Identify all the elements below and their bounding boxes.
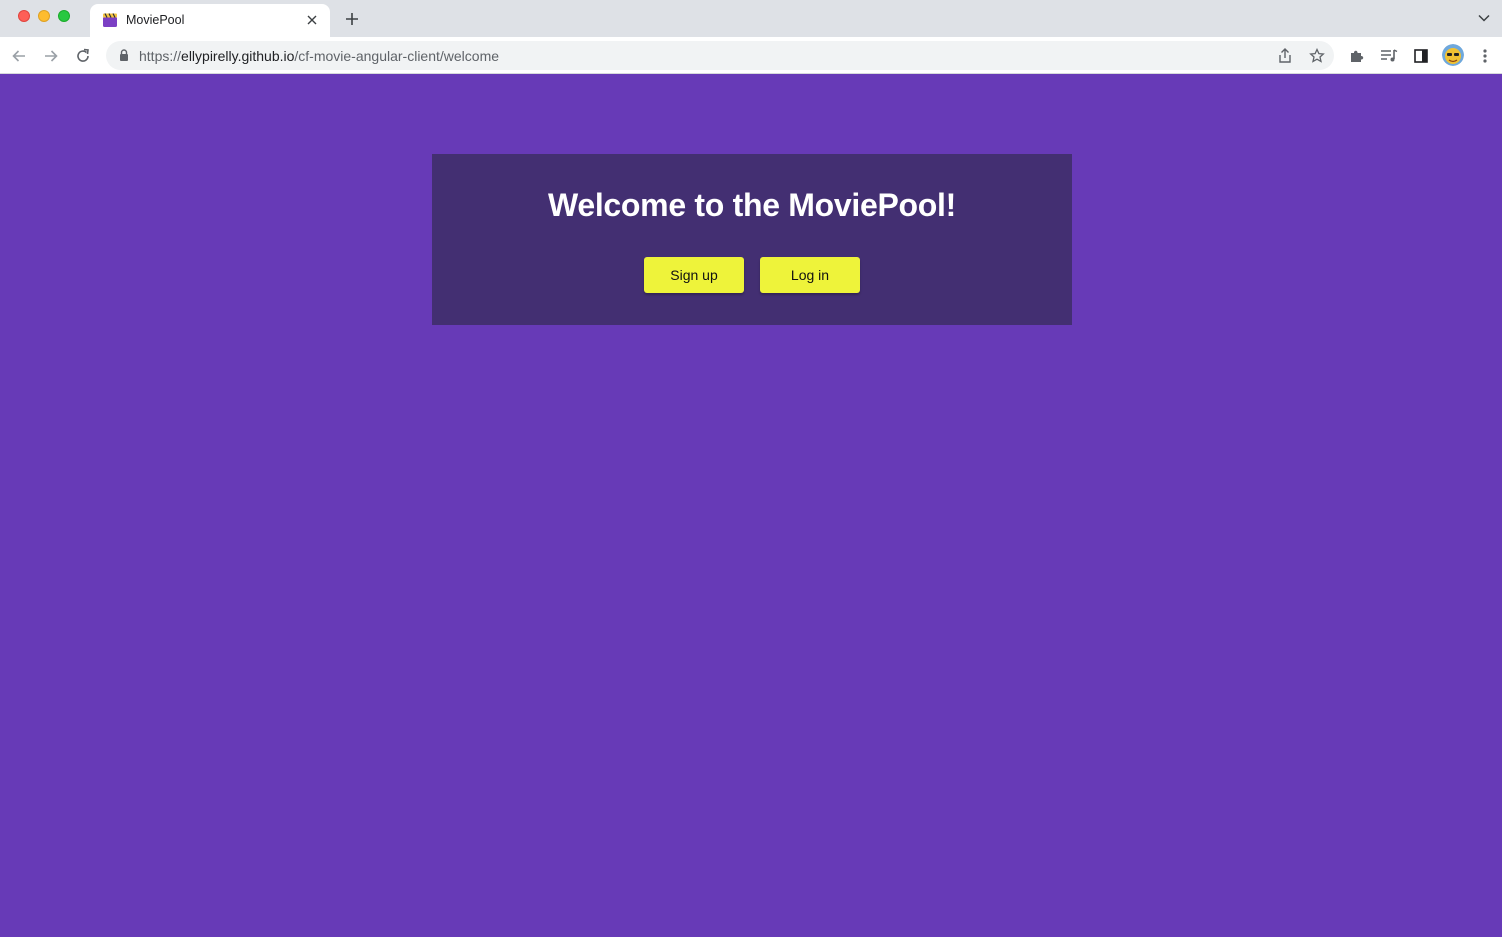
- address-bar[interactable]: https://ellypirelly.github.io/cf-movie-a…: [106, 41, 1334, 70]
- side-panel-icon[interactable]: [1409, 44, 1433, 68]
- minimize-window-button[interactable]: [38, 10, 50, 22]
- media-queue-icon[interactable]: [1377, 44, 1401, 68]
- bookmark-star-icon[interactable]: [1306, 45, 1328, 67]
- lock-icon[interactable]: [117, 48, 131, 62]
- chevron-down-icon[interactable]: [1474, 8, 1494, 28]
- browser-toolbar: https://ellypirelly.github.io/cf-movie-a…: [0, 37, 1502, 74]
- url-host: ellypirelly.github.io: [181, 48, 295, 64]
- signup-button[interactable]: Sign up: [644, 257, 744, 293]
- url-text: https://ellypirelly.github.io/cf-movie-a…: [139, 48, 499, 64]
- close-window-button[interactable]: [18, 10, 30, 22]
- url-scheme: https://: [139, 48, 182, 64]
- browser-tab[interactable]: MoviePool: [90, 4, 330, 37]
- clapperboard-icon: [102, 12, 118, 28]
- url-path: /cf-movie-angular-client/welcome: [294, 48, 500, 64]
- page-content: Welcome to the MoviePool! Sign up Log in: [0, 74, 1502, 937]
- close-tab-icon[interactable]: [302, 10, 322, 30]
- extensions-puzzle-icon[interactable]: [1345, 44, 1369, 68]
- maximize-window-button[interactable]: [58, 10, 70, 22]
- login-button[interactable]: Log in: [760, 257, 860, 293]
- share-icon[interactable]: [1274, 45, 1296, 67]
- forward-arrow-icon[interactable]: [39, 44, 63, 68]
- page-title: Welcome to the MoviePool!: [548, 187, 956, 223]
- tab-title: MoviePool: [126, 13, 185, 27]
- back-arrow-icon[interactable]: [7, 44, 31, 68]
- more-menu-icon[interactable]: [1473, 44, 1497, 68]
- profile-avatar[interactable]: [1442, 44, 1464, 66]
- welcome-card: Welcome to the MoviePool! Sign up Log in: [432, 154, 1072, 325]
- new-tab-icon[interactable]: [340, 7, 364, 31]
- reload-icon[interactable]: [71, 44, 95, 68]
- browser-tab-strip: MoviePool: [0, 0, 1502, 37]
